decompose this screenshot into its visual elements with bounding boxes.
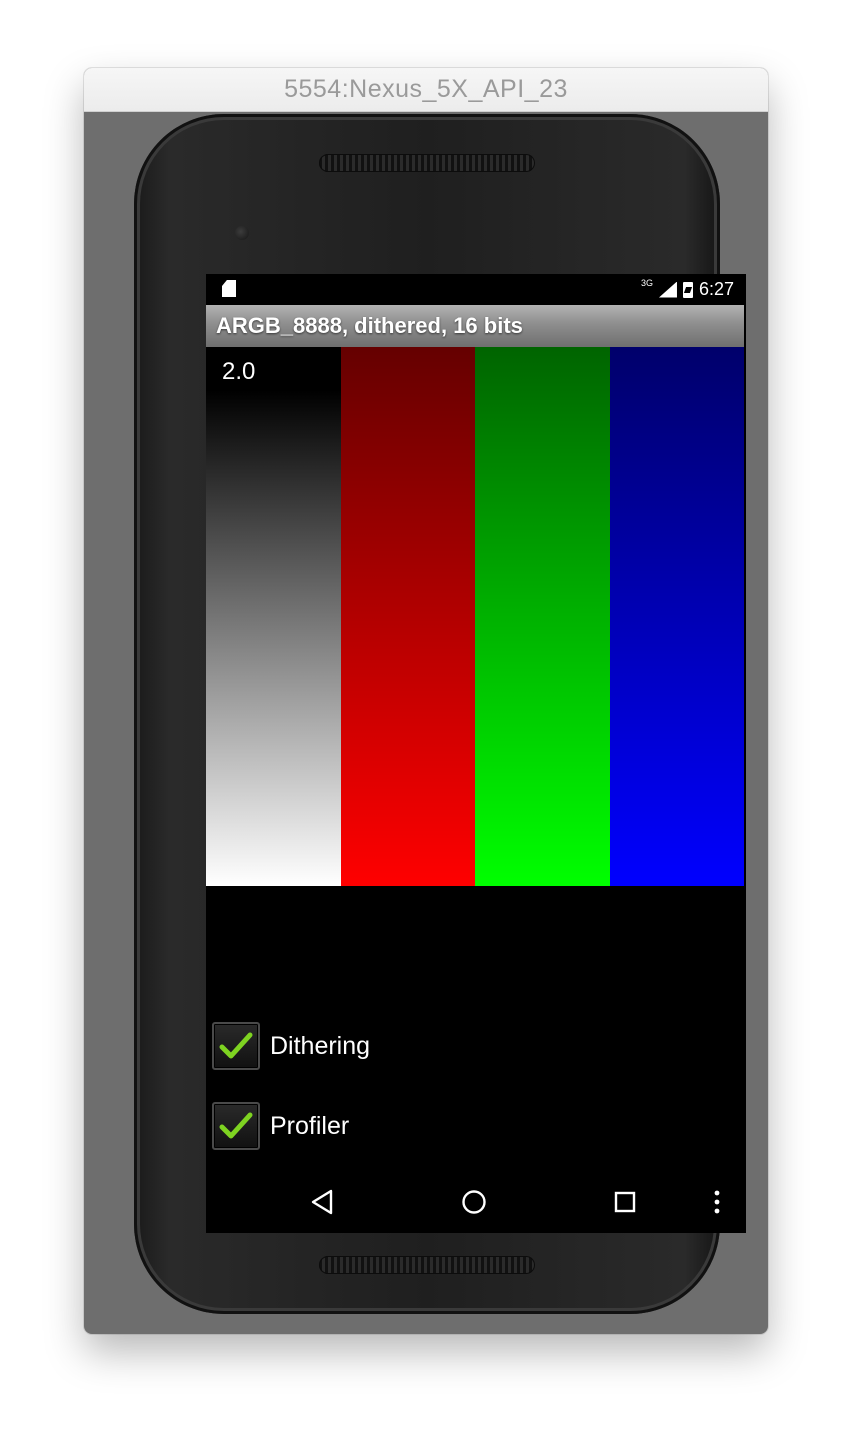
home-button[interactable] [439, 1170, 509, 1233]
back-button[interactable] [287, 1170, 357, 1233]
signal-icon [658, 281, 677, 298]
top-speaker [319, 154, 535, 172]
gradient-bars [206, 347, 744, 886]
phone-frame: 3G 6:27 ARGB_8888, dithered, 16 bits 2.0 [134, 114, 746, 1314]
action-bar: ARGB_8888, dithered, 16 bits [206, 305, 744, 347]
green-gradient-bar [475, 347, 610, 886]
sd-card-icon [222, 280, 236, 297]
recents-button[interactable] [590, 1170, 660, 1233]
navigation-bar [206, 1170, 746, 1233]
overflow-menu-icon [714, 1190, 720, 1213]
network-type: 3G [640, 277, 653, 288]
dithering-label: Dithering [270, 1031, 371, 1060]
battery-icon [682, 281, 693, 298]
front-camera [235, 226, 249, 240]
dithering-checkbox[interactable] [212, 1022, 260, 1070]
profiler-option[interactable]: Profiler [212, 1100, 349, 1152]
window-title: 5554:Nexus_5X_API_23 [84, 68, 768, 112]
profiler-label: Profiler [270, 1111, 350, 1140]
device-screen: 3G 6:27 ARGB_8888, dithered, 16 bits 2.0 [206, 274, 746, 1233]
profiler-value: 2.0 [222, 358, 256, 385]
dithering-option[interactable]: Dithering [212, 1020, 370, 1072]
action-bar-title: ARGB_8888, dithered, 16 bits [216, 313, 523, 338]
profiler-checkbox[interactable] [212, 1102, 260, 1150]
overflow-menu-button[interactable] [682, 1170, 746, 1233]
emulator-window: 5554:Nexus_5X_API_23 3G 6:27 ARGB_8888, … [84, 68, 768, 1334]
recents-icon [614, 1191, 636, 1212]
checkmark-icon [219, 1112, 253, 1139]
back-icon [311, 1189, 333, 1214]
status-bar: 3G 6:27 [206, 274, 746, 305]
home-icon [462, 1189, 486, 1214]
blue-gradient-bar [609, 347, 744, 886]
status-indicators: 3G 6:27 [641, 274, 734, 305]
status-clock: 6:27 [698, 279, 734, 299]
white-gradient-bar [206, 347, 341, 886]
checkmark-icon [219, 1032, 253, 1059]
bottom-speaker [319, 1256, 535, 1274]
red-gradient-bar [340, 347, 475, 886]
